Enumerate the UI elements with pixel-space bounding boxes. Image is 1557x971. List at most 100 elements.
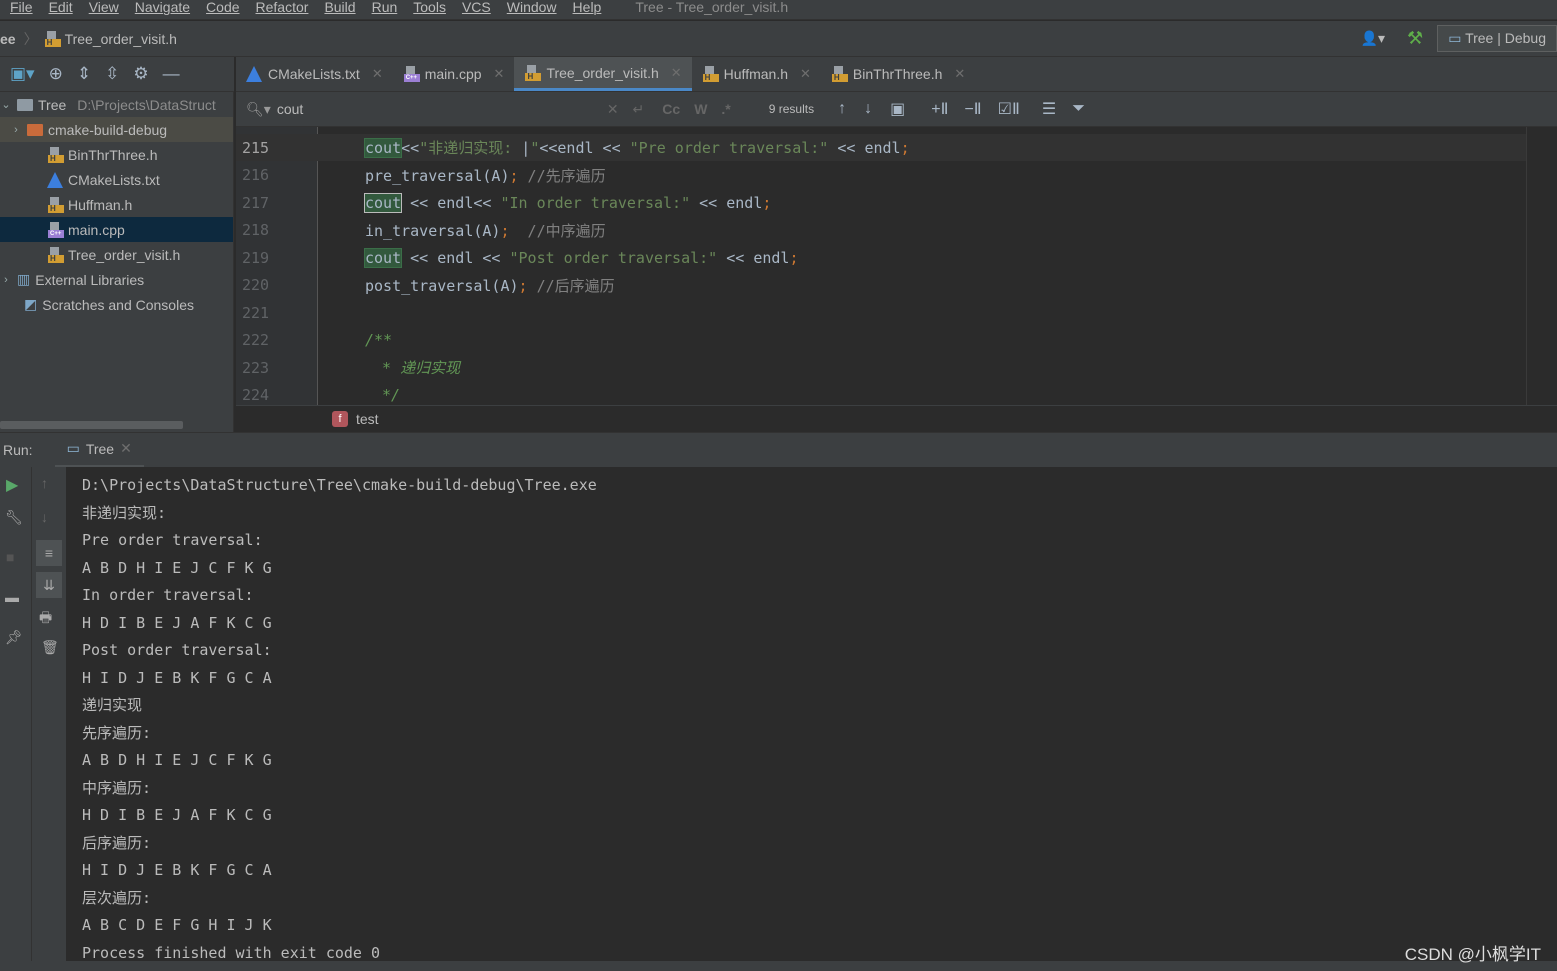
up-icon[interactable]: ↑ [41, 475, 48, 491]
locate-icon[interactable]: ⊕ [49, 64, 63, 84]
run-config-select[interactable]: ▭ Tree | Debug [1437, 25, 1557, 52]
close-tab-icon[interactable]: ✕ [954, 66, 965, 82]
close-tab-icon[interactable]: ✕ [671, 65, 682, 81]
regex-toggle[interactable]: .* [721, 101, 730, 117]
code-line: 223 * 递归实现 [236, 354, 1526, 381]
trash-icon[interactable]: 🗑︎ [41, 639, 59, 656]
words-toggle[interactable]: W [694, 101, 707, 117]
menu-run[interactable]: Run [372, 0, 398, 14]
horizontal-scrollbar[interactable] [0, 421, 183, 429]
code-editor[interactable]: 215 cout<<"非递归实现: |"<<endl << "Pre order … [236, 127, 1557, 405]
menu-window[interactable]: Window [507, 0, 557, 14]
tab-binthrthree-h[interactable]: BinThrThree.h✕ [821, 57, 975, 91]
match-case-toggle[interactable]: Cc [662, 101, 680, 117]
filter-icon[interactable]: ⏷ [1072, 100, 1085, 118]
tree-item[interactable]: BinThrThree.h [0, 142, 233, 167]
menu-navigate[interactable]: Navigate [135, 0, 190, 14]
hide-icon[interactable]: — [163, 64, 180, 84]
menu-vcs[interactable]: VCS [462, 0, 491, 14]
tab-tree-order-visit-h[interactable]: Tree_order_visit.h✕ [514, 57, 692, 91]
console-output[interactable]: D:\Projects\DataStructure\Tree\cmake-bui… [66, 467, 1557, 962]
project-view-icon[interactable]: ▣▾ [10, 64, 35, 84]
tree-scratches[interactable]: ◩ Scratches and Consoles [0, 292, 233, 317]
code-token: //中序遍历 [509, 221, 606, 240]
code-token: pre_traversal(A) [365, 166, 510, 185]
soft-wrap-icon[interactable]: ≡ [36, 540, 62, 566]
clear-icon[interactable]: ✕ [607, 101, 619, 118]
close-tab-icon[interactable]: ✕ [372, 66, 383, 82]
scroll-to-end-icon[interactable]: ⇊ [36, 572, 62, 598]
expand-all-icon[interactable]: ⇕ [77, 64, 91, 84]
tree-item[interactable]: CMakeLists.txt [0, 167, 233, 192]
code-token: | [521, 139, 531, 157]
next-occurrence-icon[interactable]: ↓ [864, 100, 872, 118]
code-line: 218 in_traversal(A); //中序遍历 [236, 217, 1526, 244]
tree-item[interactable]: Tree_order_visit.h [0, 242, 233, 267]
code-text: * 递归实现 [373, 357, 460, 378]
console-line: 先序遍历: [82, 723, 152, 742]
close-tab-icon[interactable]: ✕ [800, 66, 811, 82]
menu-view[interactable]: View [89, 0, 119, 14]
console-line: Post order traversal: [82, 641, 272, 659]
header-file-icon [831, 66, 848, 82]
build-hammer-icon[interactable]: ⚒ [1407, 28, 1423, 49]
breadcrumb-project[interactable]: ee [0, 31, 16, 47]
tree-item[interactable]: › cmake-build-debug [0, 117, 233, 142]
menu-tools[interactable]: Tools [413, 0, 446, 14]
select-all-occurrences-icon[interactable]: ☑Ⅱ [998, 99, 1020, 119]
tab-main-cpp[interactable]: main.cpp✕ [393, 57, 515, 91]
previous-occurrence-icon[interactable]: ↑ [838, 100, 846, 118]
search-input[interactable]: cout [277, 101, 607, 117]
run-tab[interactable]: ▭ Tree ✕ [54, 433, 144, 468]
rerun-icon[interactable]: ▶ [6, 475, 18, 495]
code-token: in_traversal(A) [365, 221, 501, 240]
code-breadcrumb[interactable]: f test [236, 405, 1557, 432]
console-line: 后序遍历: [82, 833, 152, 852]
wrench-icon[interactable]: 🔧︎ [5, 509, 23, 526]
code-token: "In order traversal:" [500, 193, 691, 212]
menu-file[interactable]: File [10, 0, 33, 14]
filter-settings-icon[interactable]: ☰ [1042, 99, 1056, 119]
collapse-all-icon[interactable]: ⇳ [105, 64, 119, 84]
right-margin [1526, 127, 1527, 405]
breadcrumb-file[interactable]: Tree_order_visit.h [65, 31, 177, 47]
line-number: 224 [242, 386, 270, 404]
menu-refactor[interactable]: Refactor [256, 0, 309, 14]
run-header: Run: ▭ Tree ✕ [0, 432, 1557, 468]
code-token: ; [500, 221, 510, 240]
tree-root[interactable]: ⌄ Tree D:\Projects\DataStruct [0, 92, 233, 117]
code-token: "非递归实现: [419, 139, 522, 157]
menu-build[interactable]: Build [324, 0, 355, 14]
tab-huffman-h[interactable]: Huffman.h✕ [692, 57, 821, 91]
close-icon[interactable]: ✕ [120, 440, 132, 457]
search-icon[interactable]: 🔍︎▾ [246, 101, 271, 118]
tree-item[interactable]: Huffman.h [0, 192, 233, 217]
newline-icon[interactable]: ↵ [633, 101, 645, 118]
stop-icon[interactable]: ■ [6, 549, 14, 565]
monitor-icon: ▭ [1448, 30, 1466, 46]
menu-edit[interactable]: Edit [49, 0, 73, 14]
gear-icon[interactable]: ⚙ [133, 64, 148, 84]
tree-item[interactable]: main.cpp [0, 217, 233, 242]
layout-icon[interactable]: ▬ [5, 589, 19, 605]
tab-cmakelists-txt[interactable]: CMakeLists.txt ✕ [236, 57, 393, 91]
header-file-icon [47, 246, 64, 263]
select-all-icon[interactable]: ▣ [890, 99, 905, 119]
folder-icon [27, 123, 43, 136]
menu-code[interactable]: Code [206, 0, 239, 14]
menu-help[interactable]: Help [573, 0, 602, 14]
close-tab-icon[interactable]: ✕ [494, 66, 505, 82]
unselect-occurrence-icon[interactable]: −Ⅱ [964, 99, 981, 119]
search-match: cout [363, 138, 403, 158]
down-icon[interactable]: ↓ [41, 509, 48, 525]
function-name[interactable]: test [356, 411, 379, 427]
user-icon[interactable]: 👤▾ [1361, 30, 1385, 47]
chevron-right-icon[interactable]: › [10, 124, 22, 136]
pin-icon[interactable]: 📌︎ [5, 629, 23, 646]
console-line: Pre order traversal: [82, 531, 263, 549]
tree-external-libraries[interactable]: › ▥ External Libraries [0, 267, 233, 292]
add-occurrence-icon[interactable]: +Ⅱ [931, 99, 948, 119]
header-file-icon [44, 30, 61, 47]
print-icon[interactable]: 🖶︎ [39, 607, 52, 631]
code-line: 222 /** [236, 327, 1526, 354]
